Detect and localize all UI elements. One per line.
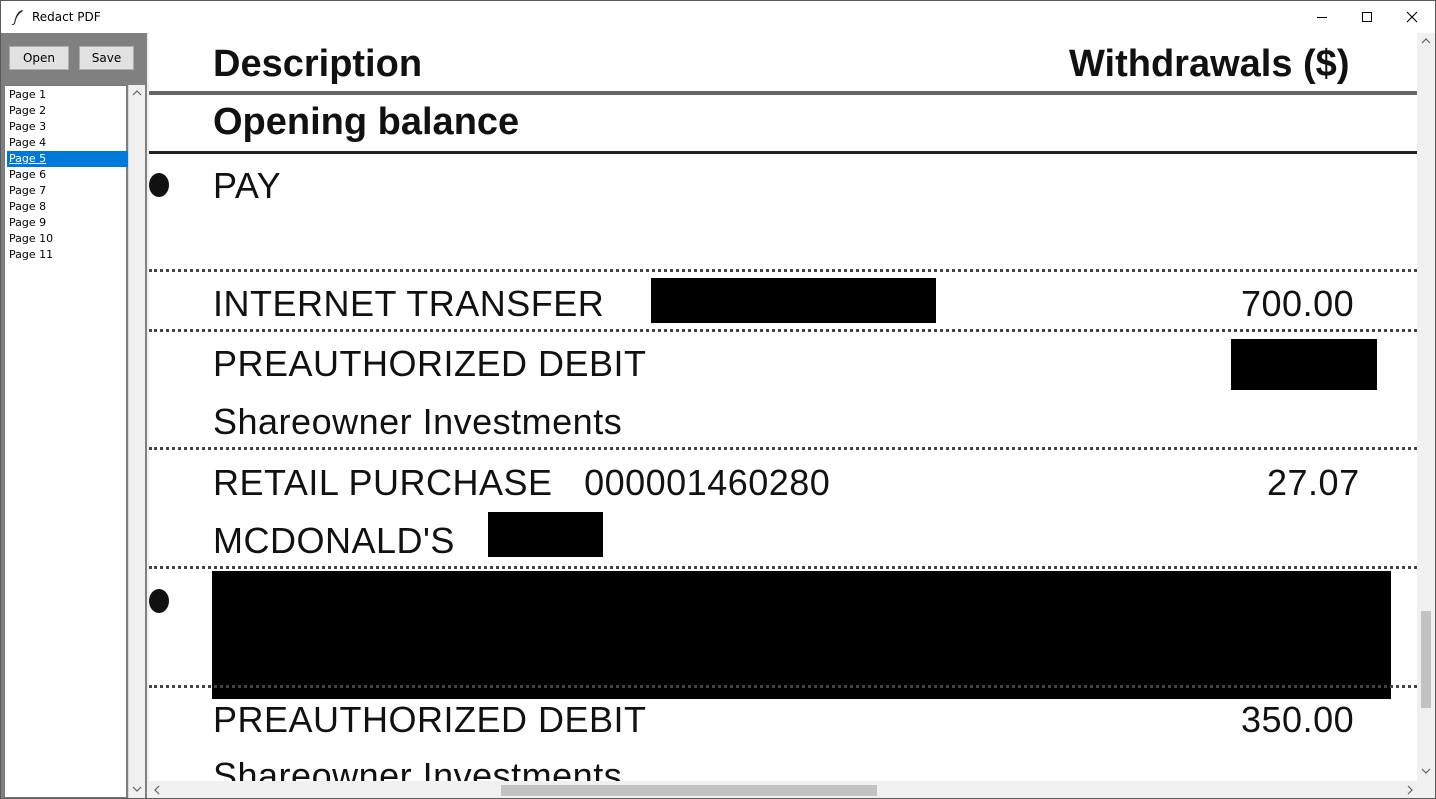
row-mcdonalds: MCDONALD'S — [213, 520, 455, 561]
maximize-button[interactable] — [1344, 1, 1390, 33]
redaction-box[interactable] — [488, 512, 603, 557]
row-preauthorized-debit: PREAUTHORIZED DEBIT — [213, 699, 647, 740]
scroll-down-icon[interactable] — [132, 785, 142, 793]
page-list-item[interactable]: Page 7 — [7, 183, 128, 199]
page-list-item[interactable]: Page 9 — [7, 215, 128, 231]
amount-retail-purchase: 27.07 — [1267, 462, 1360, 503]
row-internet-transfer: INTERNET TRANSFER — [213, 283, 605, 324]
page-list-item[interactable]: Page 3 — [7, 119, 128, 135]
bullet-marker — [149, 173, 169, 197]
minimize-button[interactable] — [1299, 1, 1345, 33]
opening-balance-divider — [149, 151, 1417, 154]
row-divider — [149, 447, 1417, 450]
amount-internet-transfer: 700.00 — [1241, 283, 1355, 324]
redaction-box[interactable] — [651, 278, 936, 323]
row-preauthorized-debit: PREAUTHORIZED DEBIT — [213, 343, 647, 384]
scroll-left-icon[interactable] — [153, 785, 161, 795]
page-list-item[interactable]: Page 11 — [7, 247, 128, 263]
maximize-icon — [1362, 12, 1372, 22]
page-list-item-selected[interactable]: Page 5 — [7, 151, 128, 167]
close-button[interactable] — [1389, 1, 1435, 33]
minimize-icon — [1317, 17, 1327, 18]
redaction-box[interactable] — [1231, 339, 1377, 390]
row-divider — [149, 685, 1417, 688]
page-list[interactable]: Page 1 Page 2 Page 3 Page 4 Page 5 Page … — [4, 85, 128, 798]
page-list-scrollbar[interactable] — [128, 85, 145, 798]
row-retail-purchase: RETAIL PURCHASE 000001460280 — [213, 462, 831, 503]
opening-balance-label: Opening balance — [213, 101, 520, 143]
page-list-item[interactable]: Page 1 — [7, 87, 128, 103]
row-divider — [149, 566, 1417, 569]
column-header-withdrawals: Withdrawals ($) — [1069, 43, 1350, 85]
redaction-box[interactable] — [212, 571, 1391, 699]
page-list-item[interactable]: Page 6 — [7, 167, 128, 183]
page-list-item[interactable]: Page 2 — [7, 103, 128, 119]
document-canvas[interactable]: Description Withdrawals ($) Opening bala… — [149, 33, 1417, 781]
open-button[interactable]: Open — [9, 46, 69, 70]
row-shareowner-investments: Shareowner Investments — [213, 755, 623, 781]
vertical-scrollbar[interactable] — [1417, 33, 1435, 781]
column-header-description: Description — [213, 43, 423, 85]
row-pay: PAY — [213, 165, 282, 206]
horizontal-scroll-thumb[interactable] — [501, 785, 877, 796]
left-panel: Open Save Page 1 Page 2 Page 3 Page 4 Pa… — [1, 33, 147, 798]
scroll-down-icon[interactable] — [1421, 767, 1431, 775]
close-icon — [1406, 11, 1418, 23]
scroll-right-icon[interactable] — [1406, 785, 1414, 795]
row-divider — [149, 269, 1417, 272]
title-bar: Redact PDF — [1, 1, 1435, 33]
horizontal-scrollbar[interactable] — [149, 781, 1417, 798]
page-list-item[interactable]: Page 10 — [7, 231, 128, 247]
scroll-up-icon[interactable] — [1421, 37, 1431, 45]
scroll-up-icon[interactable] — [132, 89, 142, 97]
app-window: Redact PDF Open Save Page 1 Page 2 Page … — [0, 0, 1436, 799]
row-shareowner-investments: Shareowner Investments — [213, 401, 623, 442]
header-divider — [149, 91, 1417, 95]
vertical-scroll-thumb[interactable] — [1421, 611, 1431, 708]
window-title: Redact PDF — [32, 10, 101, 24]
save-button[interactable]: Save — [79, 46, 134, 70]
amount-preauthorized-debit: 350.00 — [1241, 699, 1355, 740]
page-list-item[interactable]: Page 8 — [7, 199, 128, 215]
row-divider — [149, 329, 1417, 332]
bullet-marker — [149, 589, 169, 613]
feather-icon — [11, 10, 23, 25]
page-list-item[interactable]: Page 4 — [7, 135, 128, 151]
